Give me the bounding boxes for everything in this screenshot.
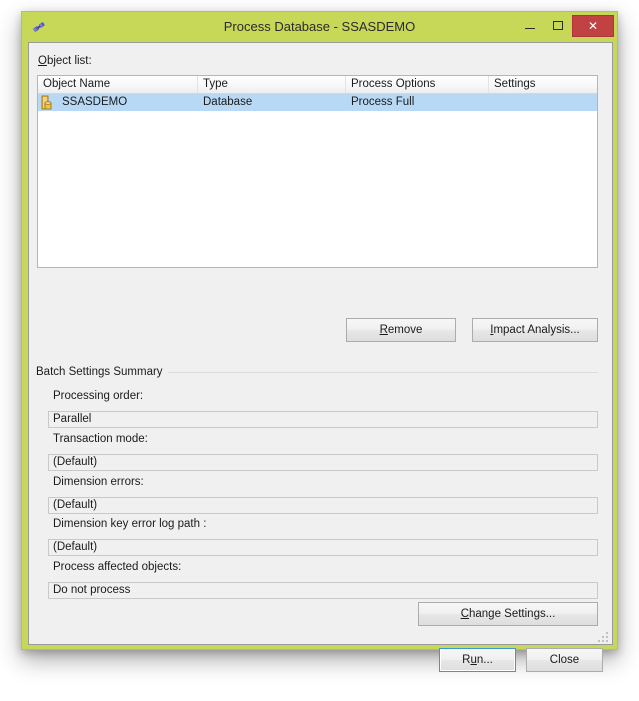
dialog-client-area: Object list: Object Name Type Process Op… bbox=[28, 42, 613, 672]
dimension-errors-value: (Default) bbox=[48, 497, 598, 514]
minimize-button[interactable] bbox=[516, 15, 544, 37]
title-bar[interactable]: Process Database - SSASDEMO ✕ bbox=[22, 12, 617, 42]
change-settings-label: hange Settings... bbox=[469, 608, 556, 620]
column-header-settings[interactable]: Settings bbox=[489, 76, 597, 93]
window-controls: ✕ bbox=[516, 15, 614, 37]
close-icon: ✕ bbox=[587, 19, 599, 33]
change-settings-button[interactable]: Change Settings... bbox=[418, 602, 598, 626]
cell-process-options: Process Full bbox=[351, 96, 415, 108]
impact-analysis-button[interactable]: Impact Analysis... bbox=[472, 318, 598, 342]
maximize-icon bbox=[553, 21, 563, 30]
run-button[interactable]: Ru n... bbox=[439, 648, 516, 672]
dimension-errors-label: Dimension errors: bbox=[53, 476, 144, 488]
list-header-row: Object Name Type Process Options Setting… bbox=[38, 76, 597, 94]
run-button-prefix: R bbox=[462, 654, 471, 666]
column-header-process-options[interactable]: Process Options bbox=[346, 76, 489, 93]
object-list-label: Object list: bbox=[38, 55, 92, 67]
maximize-button[interactable] bbox=[544, 15, 572, 37]
cell-object-name: SSASDEMO bbox=[62, 96, 128, 108]
cell-settings bbox=[489, 94, 597, 111]
group-separator-line bbox=[141, 372, 598, 373]
table-row[interactable]: SSASDEMO Database Process Full bbox=[38, 94, 597, 111]
batch-settings-group-title: Batch Settings Summary bbox=[36, 366, 168, 378]
dimension-key-error-log-path-label: Dimension key error log path : bbox=[53, 518, 207, 530]
change-settings-accel: C bbox=[460, 608, 469, 620]
dimension-key-error-log-path-value: (Default) bbox=[48, 539, 598, 556]
column-header-object-name[interactable]: Object Name bbox=[38, 76, 198, 93]
object-list-label-text: bject list: bbox=[46, 55, 92, 67]
database-icon bbox=[41, 95, 55, 110]
process-affected-objects-value: Do not process bbox=[48, 582, 598, 599]
object-list-view[interactable]: Object Name Type Process Options Setting… bbox=[37, 75, 598, 268]
impact-analysis-label: mpact Analysis... bbox=[493, 324, 580, 336]
run-button-label: n... bbox=[476, 654, 493, 666]
remove-button-accel: R bbox=[379, 324, 388, 336]
screen: Process Database - SSASDEMO ✕ Object lis… bbox=[0, 0, 639, 701]
remove-button-label: emove bbox=[387, 324, 423, 336]
processing-order-label: Processing order: bbox=[53, 390, 144, 402]
process-affected-objects-label: Process affected objects: bbox=[53, 561, 182, 573]
remove-button[interactable]: Remove bbox=[346, 318, 456, 342]
cell-type: Database bbox=[203, 96, 253, 108]
close-dialog-button[interactable]: Close bbox=[526, 648, 603, 672]
object-list-label-accel: O bbox=[38, 55, 47, 67]
close-window-button[interactable]: ✕ bbox=[572, 15, 614, 37]
transaction-mode-value: (Default) bbox=[48, 454, 598, 471]
minimize-icon bbox=[525, 28, 535, 29]
processing-order-value: Parallel bbox=[48, 411, 598, 428]
column-header-type[interactable]: Type bbox=[198, 76, 346, 93]
transaction-mode-label: Transaction mode: bbox=[53, 433, 148, 445]
process-database-window: Process Database - SSASDEMO ✕ Object lis… bbox=[21, 11, 618, 672]
resize-grip[interactable] bbox=[597, 630, 609, 642]
